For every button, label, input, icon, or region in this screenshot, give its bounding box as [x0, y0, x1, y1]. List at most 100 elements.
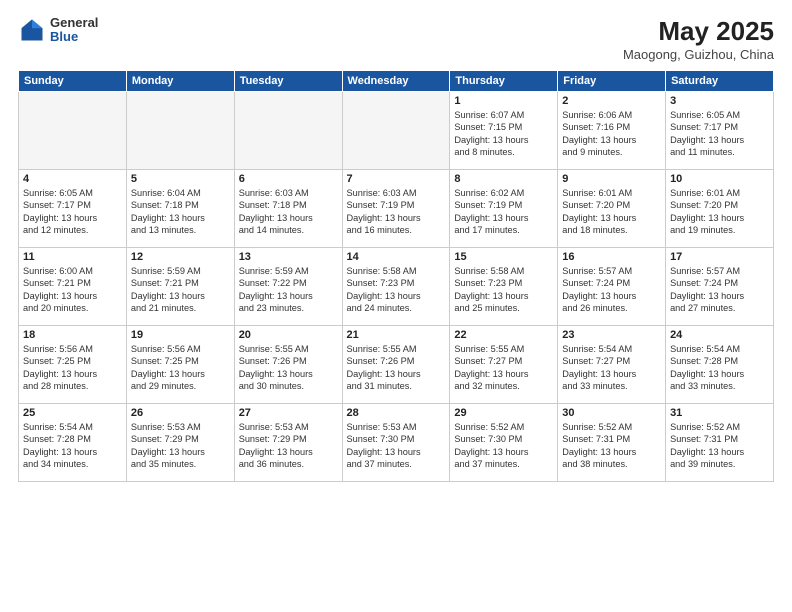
- weekday-header-tuesday: Tuesday: [234, 71, 342, 92]
- day-info: Sunrise: 6:03 AM Sunset: 7:18 PM Dayligh…: [239, 187, 338, 237]
- month-year-title: May 2025: [623, 16, 774, 47]
- calendar-table: SundayMondayTuesdayWednesdayThursdayFrid…: [18, 70, 774, 482]
- logo-text: General Blue: [50, 16, 98, 45]
- logo-blue: Blue: [50, 30, 98, 44]
- day-number: 12: [131, 251, 230, 263]
- day-info: Sunrise: 5:54 AM Sunset: 7:28 PM Dayligh…: [23, 421, 122, 471]
- day-cell-1: 1 Sunrise: 6:07 AM Sunset: 7:15 PM Daylig…: [450, 92, 558, 170]
- day-number: 22: [454, 329, 553, 341]
- day-info: Sunrise: 5:52 AM Sunset: 7:31 PM Dayligh…: [562, 421, 661, 471]
- logo-icon: [18, 16, 46, 44]
- day-info: Sunrise: 6:05 AM Sunset: 7:17 PM Dayligh…: [23, 187, 122, 237]
- day-info: Sunrise: 5:54 AM Sunset: 7:27 PM Dayligh…: [562, 343, 661, 393]
- day-info: Sunrise: 5:55 AM Sunset: 7:26 PM Dayligh…: [239, 343, 338, 393]
- day-cell-18: 18Sunrise: 5:56 AM Sunset: 7:25 PM Dayli…: [19, 326, 127, 404]
- day-cell-6: 6 Sunrise: 6:03 AM Sunset: 7:18 PM Daylig…: [234, 170, 342, 248]
- day-cell-22: 22Sunrise: 5:55 AM Sunset: 7:27 PM Dayli…: [450, 326, 558, 404]
- day-cell-11: 11 Sunrise: 6:00 AM Sunset: 7:21 PM Dayli…: [19, 248, 127, 326]
- day-cell-4: 4 Sunrise: 6:05 AM Sunset: 7:17 PM Daylig…: [19, 170, 127, 248]
- day-number: 23: [562, 329, 661, 341]
- day-info: Sunrise: 6:05 AM Sunset: 7:17 PM Dayligh…: [670, 109, 769, 159]
- day-info: Sunrise: 5:59 AM Sunset: 7:22 PM Dayligh…: [239, 265, 338, 315]
- day-number: 1: [454, 95, 553, 107]
- day-number: 28: [347, 407, 446, 419]
- day-cell-12: 12 Sunrise: 5:59 AM Sunset: 7:21 PM Dayli…: [126, 248, 234, 326]
- day-cell-21: 21Sunrise: 5:55 AM Sunset: 7:26 PM Dayli…: [342, 326, 450, 404]
- weekday-header-monday: Monday: [126, 71, 234, 92]
- day-info: Sunrise: 5:56 AM Sunset: 7:25 PM Dayligh…: [23, 343, 122, 393]
- weekday-header-sunday: Sunday: [19, 71, 127, 92]
- day-number: 11: [23, 251, 122, 263]
- day-number: 9: [562, 173, 661, 185]
- day-cell-27: 27Sunrise: 5:53 AM Sunset: 7:29 PM Dayli…: [234, 404, 342, 482]
- day-info: Sunrise: 5:58 AM Sunset: 7:23 PM Dayligh…: [454, 265, 553, 315]
- day-number: 5: [131, 173, 230, 185]
- day-cell-28: 28Sunrise: 5:53 AM Sunset: 7:30 PM Dayli…: [342, 404, 450, 482]
- day-number: 14: [347, 251, 446, 263]
- day-number: 25: [23, 407, 122, 419]
- logo-general: General: [50, 16, 98, 30]
- day-cell-19: 19 Sunrise: 5:56 AM Sunset: 7:25 PM Dayli…: [126, 326, 234, 404]
- day-cell-7: 7 Sunrise: 6:03 AM Sunset: 7:19 PM Daylig…: [342, 170, 450, 248]
- day-number: 21: [347, 329, 446, 341]
- day-number: 17: [670, 251, 769, 263]
- weekday-header-friday: Friday: [558, 71, 666, 92]
- day-info: Sunrise: 5:57 AM Sunset: 7:24 PM Dayligh…: [670, 265, 769, 315]
- day-number: 7: [347, 173, 446, 185]
- day-info: Sunrise: 5:59 AM Sunset: 7:21 PM Dayligh…: [131, 265, 230, 315]
- day-info: Sunrise: 6:07 AM Sunset: 7:15 PM Dayligh…: [454, 109, 553, 159]
- day-info: Sunrise: 5:52 AM Sunset: 7:31 PM Dayligh…: [670, 421, 769, 471]
- week-row-4: 18Sunrise: 5:56 AM Sunset: 7:25 PM Dayli…: [19, 326, 774, 404]
- day-info: Sunrise: 6:06 AM Sunset: 7:16 PM Dayligh…: [562, 109, 661, 159]
- day-info: Sunrise: 5:58 AM Sunset: 7:23 PM Dayligh…: [347, 265, 446, 315]
- day-number: 13: [239, 251, 338, 263]
- day-cell-10: 10 Sunrise: 6:01 AM Sunset: 7:20 PM Dayli…: [666, 170, 774, 248]
- day-info: Sunrise: 5:54 AM Sunset: 7:28 PM Dayligh…: [670, 343, 769, 393]
- day-cell-3: 3Sunrise: 6:05 AM Sunset: 7:17 PM Daylig…: [666, 92, 774, 170]
- week-row-5: 25 Sunrise: 5:54 AM Sunset: 7:28 PM Dayli…: [19, 404, 774, 482]
- location-subtitle: Maogong, Guizhou, China: [623, 47, 774, 62]
- weekday-header-row: SundayMondayTuesdayWednesdayThursdayFrid…: [19, 71, 774, 92]
- day-cell-14: 14 Sunrise: 5:58 AM Sunset: 7:23 PM Dayli…: [342, 248, 450, 326]
- day-info: Sunrise: 5:52 AM Sunset: 7:30 PM Dayligh…: [454, 421, 553, 471]
- day-cell-9: 9 Sunrise: 6:01 AM Sunset: 7:20 PM Daylig…: [558, 170, 666, 248]
- page: General Blue May 2025 Maogong, Guizhou, …: [0, 0, 792, 612]
- empty-cell: [234, 92, 342, 170]
- day-cell-29: 29 Sunrise: 5:52 AM Sunset: 7:30 PM Dayli…: [450, 404, 558, 482]
- day-info: Sunrise: 6:01 AM Sunset: 7:20 PM Dayligh…: [670, 187, 769, 237]
- day-info: Sunrise: 5:56 AM Sunset: 7:25 PM Dayligh…: [131, 343, 230, 393]
- day-info: Sunrise: 5:53 AM Sunset: 7:29 PM Dayligh…: [239, 421, 338, 471]
- day-cell-24: 24 Sunrise: 5:54 AM Sunset: 7:28 PM Dayli…: [666, 326, 774, 404]
- day-number: 4: [23, 173, 122, 185]
- day-info: Sunrise: 6:03 AM Sunset: 7:19 PM Dayligh…: [347, 187, 446, 237]
- day-number: 2: [562, 95, 661, 107]
- week-row-2: 4 Sunrise: 6:05 AM Sunset: 7:17 PM Daylig…: [19, 170, 774, 248]
- day-number: 30: [562, 407, 661, 419]
- day-cell-5: 5Sunrise: 6:04 AM Sunset: 7:18 PM Daylig…: [126, 170, 234, 248]
- day-number: 19: [131, 329, 230, 341]
- day-info: Sunrise: 6:01 AM Sunset: 7:20 PM Dayligh…: [562, 187, 661, 237]
- day-cell-16: 16Sunrise: 5:57 AM Sunset: 7:24 PM Dayli…: [558, 248, 666, 326]
- day-number: 29: [454, 407, 553, 419]
- day-cell-17: 17 Sunrise: 5:57 AM Sunset: 7:24 PM Dayli…: [666, 248, 774, 326]
- day-cell-13: 13 Sunrise: 5:59 AM Sunset: 7:22 PM Dayli…: [234, 248, 342, 326]
- day-cell-25: 25 Sunrise: 5:54 AM Sunset: 7:28 PM Dayli…: [19, 404, 127, 482]
- week-row-1: 1 Sunrise: 6:07 AM Sunset: 7:15 PM Daylig…: [19, 92, 774, 170]
- day-number: 26: [131, 407, 230, 419]
- day-cell-20: 20 Sunrise: 5:55 AM Sunset: 7:26 PM Dayli…: [234, 326, 342, 404]
- title-block: May 2025 Maogong, Guizhou, China: [623, 16, 774, 62]
- empty-cell: [342, 92, 450, 170]
- day-number: 10: [670, 173, 769, 185]
- day-info: Sunrise: 5:57 AM Sunset: 7:24 PM Dayligh…: [562, 265, 661, 315]
- weekday-header-saturday: Saturday: [666, 71, 774, 92]
- day-cell-15: 15Sunrise: 5:58 AM Sunset: 7:23 PM Dayli…: [450, 248, 558, 326]
- day-number: 24: [670, 329, 769, 341]
- header: General Blue May 2025 Maogong, Guizhou, …: [18, 16, 774, 62]
- day-info: Sunrise: 6:00 AM Sunset: 7:21 PM Dayligh…: [23, 265, 122, 315]
- weekday-header-wednesday: Wednesday: [342, 71, 450, 92]
- empty-cell: [19, 92, 127, 170]
- day-number: 6: [239, 173, 338, 185]
- day-number: 20: [239, 329, 338, 341]
- day-cell-26: 26Sunrise: 5:53 AM Sunset: 7:29 PM Dayli…: [126, 404, 234, 482]
- week-row-3: 11 Sunrise: 6:00 AM Sunset: 7:21 PM Dayli…: [19, 248, 774, 326]
